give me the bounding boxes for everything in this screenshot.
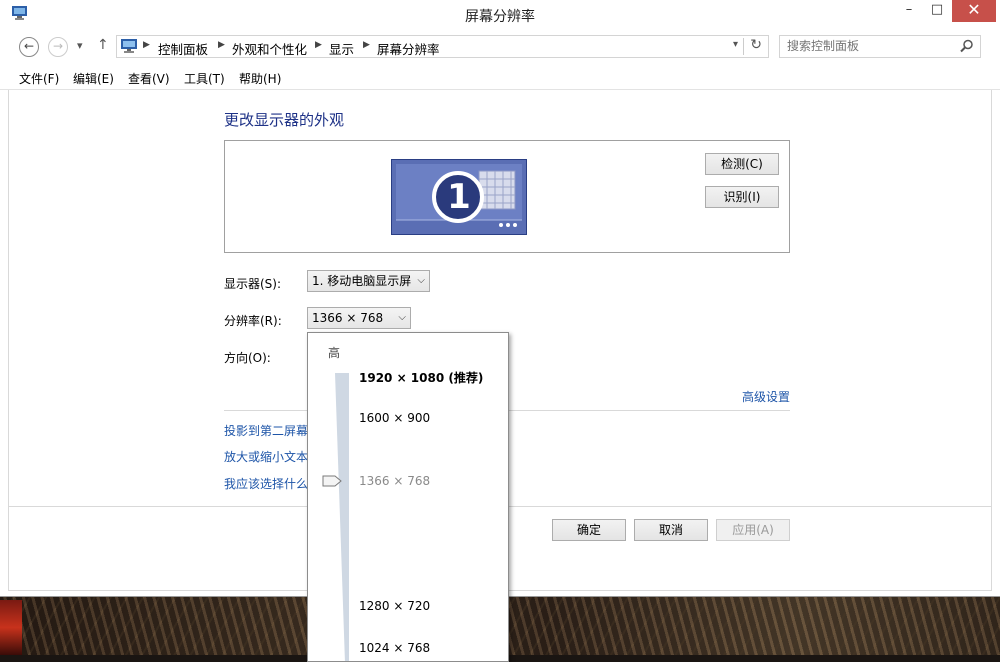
recent-pages-button[interactable]: ▾ [77,39,83,52]
address-history-dropdown-icon[interactable]: ▾ [733,39,738,50]
up-button[interactable]: ↑ [97,37,109,53]
search-input[interactable] [785,38,949,54]
breadcrumb-control-panel[interactable]: 控制面板 [158,39,208,58]
display-preview-panel: 1 检测(C) 识别(I) [224,140,790,253]
menu-edit[interactable]: 编辑(E) [73,70,114,87]
cancel-button[interactable]: 取消 [634,519,708,541]
page-title: 更改显示器的外观 [224,111,345,129]
resolution-option-1366x768[interactable]: 1366 × 768 [359,474,430,488]
breadcrumb-separator-icon: ▶ [363,40,370,50]
chevron-down-icon: ⌵ [417,275,425,286]
content-border-left [8,90,9,590]
forward-button[interactable]: → [48,37,68,57]
orientation-label: 方向(O): [224,351,271,365]
desktop-shortcut-icon[interactable] [0,600,22,655]
menu-tools[interactable]: 工具(T) [184,70,225,87]
control-panel-icon [121,39,137,53]
resolution-dropdown: 高 1920 × 1080 (推荐) 1600 × 900 1366 × 768… [307,332,509,662]
ok-button[interactable]: 确定 [552,519,626,541]
display-select[interactable]: 1. 移动电脑显示屏 ⌵ [307,270,430,292]
window-title: 屏幕分辨率 [465,9,535,25]
menu-view[interactable]: 查看(V) [128,70,170,87]
identify-button[interactable]: 识别(I) [705,186,779,208]
breadcrumb-separator-icon: ▶ [315,40,322,50]
content-border-right [991,90,992,590]
menu-file[interactable]: 文件(F) [19,70,59,87]
close-button[interactable]: ✕ [952,0,996,22]
refresh-icon[interactable]: ↻ [750,37,762,53]
breadcrumb-separator-icon: ▶ [143,40,150,50]
minimize-button[interactable]: – [894,0,924,22]
navigation-bar: ← → ▾ ↑ ▶ 控制面板 ▶ 外观和个性化 ▶ 显示 ▶ 屏幕分辨率 ▾ ↻ [0,30,1000,64]
menu-help[interactable]: 帮助(H) [239,70,281,87]
control-panel-window: 屏幕分辨率 – □ ✕ ← → ▾ ↑ ▶ 控制面板 ▶ 外观和个性化 ▶ 显示… [0,0,1000,662]
menu-bar: 文件(F) 编辑(E) 查看(V) 工具(T) 帮助(H) [0,64,1000,90]
resolution-slider-thumb[interactable] [322,475,342,487]
resolution-option-1600x900[interactable]: 1600 × 900 [359,411,430,425]
search-box[interactable] [779,35,981,58]
resolution-select-value: 1366 × 768 [312,311,384,325]
maximize-button[interactable]: □ [922,0,952,22]
advanced-settings-link[interactable]: 高级设置 [742,388,790,405]
detect-button[interactable]: 检测(C) [705,153,779,175]
display-label: 显示器(S): [224,277,282,291]
resolution-option-1920x1080[interactable]: 1920 × 1080 (推荐) [359,369,483,386]
project-second-screen-link[interactable]: 投影到第二屏幕 [224,422,308,439]
breadcrumb-display[interactable]: 显示 [329,39,354,58]
resolution-slider-track[interactable] [335,373,349,662]
resolution-option-1280x720[interactable]: 1280 × 720 [359,599,430,613]
back-button[interactable]: ← [19,37,39,57]
apply-button[interactable]: 应用(A) [716,519,790,541]
breadcrumb-separator-icon: ▶ [218,40,225,50]
resolution-select[interactable]: 1366 × 768 ⌵ [307,307,411,329]
high-label: 高 [328,346,341,360]
search-icon[interactable] [960,39,974,53]
resolution-option-1024x768[interactable]: 1024 × 768 [359,641,430,655]
display-select-value: 1. 移动电脑显示屏 [312,274,412,288]
address-bar[interactable]: ▶ 控制面板 ▶ 外观和个性化 ▶ 显示 ▶ 屏幕分辨率 ▾ ↻ [116,35,769,58]
monitor-number-label: 1 [447,177,471,217]
breadcrumb-screen-resolution[interactable]: 屏幕分辨率 [377,39,440,58]
text-size-link[interactable]: 放大或缩小文本 [224,448,308,465]
breadcrumb-appearance[interactable]: 外观和个性化 [232,39,307,58]
title-bar: 屏幕分辨率 – □ ✕ [0,0,1000,30]
resolution-label: 分辨率(R): [224,314,282,328]
chevron-down-icon: ⌵ [398,312,406,323]
display-help-link[interactable]: 我应该选择什么 [224,475,308,492]
address-separator [743,38,744,55]
